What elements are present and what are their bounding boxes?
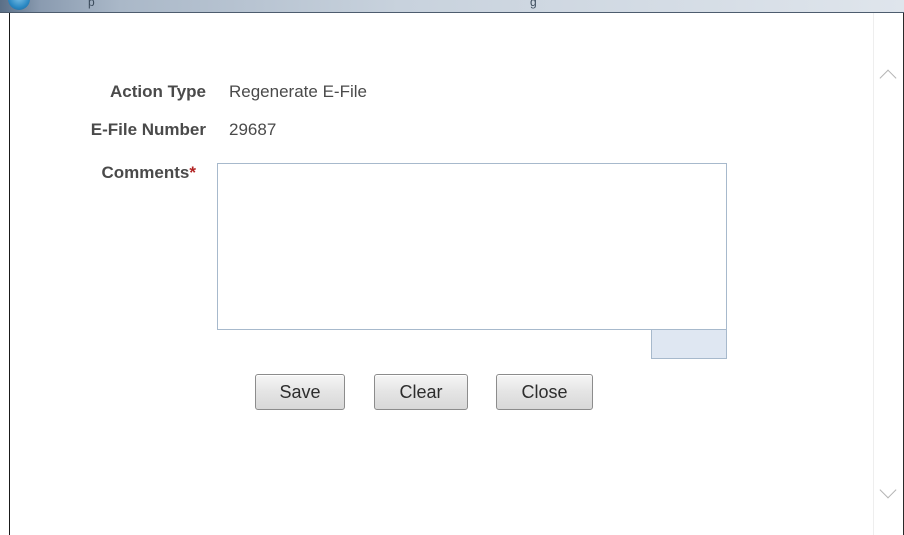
scroll-up-button[interactable] <box>878 65 898 87</box>
required-marker: * <box>189 163 196 182</box>
window-titlebar: p g <box>0 0 904 13</box>
efile-number-label: E-File Number <box>90 120 206 139</box>
character-counter <box>651 329 727 359</box>
vertical-scrollbar[interactable] <box>873 13 902 535</box>
comments-label: Comments* <box>0 163 196 183</box>
clear-button[interactable]: Clear <box>374 374 468 410</box>
action-type-label: Action Type <box>109 82 206 101</box>
comments-textarea[interactable] <box>217 163 727 330</box>
chevron-down-icon <box>879 481 897 499</box>
comments-label-text: Comments <box>101 163 190 182</box>
app-icon <box>8 0 30 10</box>
window-title-fragment: g <box>530 0 537 9</box>
save-button[interactable]: Save <box>255 374 345 410</box>
scroll-down-button[interactable] <box>878 481 898 503</box>
efile-number-value: 29687 <box>229 120 277 139</box>
action-type-value: Regenerate E-File <box>229 82 367 101</box>
close-button[interactable]: Close <box>496 374 593 410</box>
chevron-up-icon <box>879 69 897 87</box>
window-title-fragment: p <box>88 0 95 9</box>
